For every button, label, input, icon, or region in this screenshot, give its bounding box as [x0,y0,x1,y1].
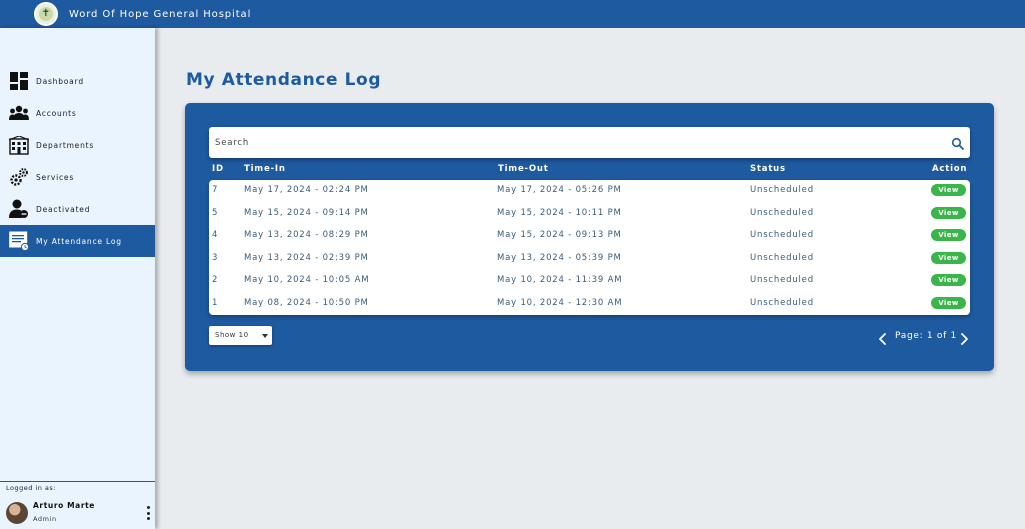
cell-time-in: May 10, 2024 - 10:05 AM [244,275,370,285]
cell-time-out: May 10, 2024 - 12:30 AM [497,297,623,308]
cell-status: Unscheduled [750,252,814,263]
cell-id: 3 [212,252,219,263]
cell-time-in: May 13, 2024 - 02:39 PM [244,252,369,263]
user-name: Arturo Marte [33,501,95,510]
cell-time-in: May 08, 2024 - 10:50 PM [244,297,369,308]
page-title: My Attendance Log [186,70,382,90]
sidebar-item-label: My Attendance Log [36,236,122,246]
column-header-action: Action [932,164,968,174]
column-header-status: Status [750,164,786,174]
cell-time-in: May 15, 2024 - 09:14 PM [244,207,369,218]
column-header-time-out: Time-Out [498,164,549,174]
logged-in-label: Logged in as: [6,484,56,492]
cell-id: 7 [212,185,219,195]
sidebar-item-dashboard[interactable]: Dashboard [0,65,155,97]
hospital-name: Word Of Hope General Hospital [69,8,252,20]
cell-id: 2 [212,275,219,285]
users-icon [9,103,29,123]
cell-time-out: May 17, 2024 - 05:26 PM [497,185,622,195]
column-header-time-in: Time-In [244,164,286,174]
sidebar-item-label: Departments [36,140,95,150]
sidebar-item-services[interactable]: Services [0,161,155,193]
view-button[interactable]: View [931,229,966,241]
table-row: 4 May 13, 2024 - 08:29 PM May 15, 2024 -… [209,225,970,248]
avatar [6,502,28,524]
page-size-label: Show 10 [215,331,249,339]
building-icon [9,135,29,155]
attendance-panel: ID Time-In Time-Out Status Action 7 May … [185,103,994,371]
sidebar-divider [0,481,155,482]
sidebar-item-accounts[interactable]: Accounts [0,97,155,129]
cell-time-out: May 10, 2024 - 11:39 AM [497,275,623,285]
cell-status: Unscheduled [750,275,814,285]
kebab-menu-icon[interactable] [145,506,151,520]
cell-time-out: May 15, 2024 - 10:11 PM [497,207,622,218]
sidebar-item-label: Deactivated [36,204,91,214]
sidebar: Dashboard Accounts Departments Services … [0,28,155,529]
table-row: 3 May 13, 2024 - 02:39 PM May 13, 2024 -… [209,248,970,271]
pagination-text: Page: 1 of 1 [895,331,957,341]
view-button[interactable]: View [931,206,966,219]
user-role: Admin [33,515,57,523]
cell-status: Unscheduled [750,297,814,308]
table-row: 7 May 17, 2024 - 02:24 PM May 17, 2024 -… [209,180,970,203]
hospital-logo-icon: ✝ [34,2,58,26]
cell-status: Unscheduled [750,230,814,240]
sidebar-item-label: Dashboard [36,76,84,86]
cell-time-in: May 17, 2024 - 02:24 PM [244,185,369,195]
view-button[interactable]: View [931,184,966,196]
sidebar-item-label: Accounts [36,108,77,118]
chevron-left-icon[interactable] [878,330,888,345]
search-icon[interactable] [951,136,965,150]
sidebar-item-departments[interactable]: Departments [0,129,155,161]
column-header-id: ID [212,164,224,174]
sidebar-item-deactivated[interactable]: Deactivated [0,193,155,225]
cell-time-in: May 13, 2024 - 08:29 PM [244,230,369,240]
view-button[interactable]: View [931,274,966,286]
dashboard-icon [9,71,29,91]
attendance-log-icon [9,231,29,251]
table-row: 1 May 08, 2024 - 10:50 PM May 10, 2024 -… [209,293,970,316]
view-button[interactable]: View [931,296,966,309]
cell-status: Unscheduled [750,207,814,218]
top-bar: ✝ Word Of Hope General Hospital [0,0,1025,28]
search-box [209,127,970,158]
cell-status: Unscheduled [750,185,814,195]
chevron-right-icon[interactable] [959,330,969,345]
cell-time-out: May 13, 2024 - 05:39 PM [497,252,622,263]
cell-id: 1 [212,297,219,308]
sidebar-item-my-attendance-log[interactable]: My Attendance Log [0,225,155,257]
page-size-select[interactable]: Show 10 [209,326,272,345]
cell-time-out: May 15, 2024 - 09:13 PM [497,230,622,240]
sidebar-item-label: Services [36,172,75,182]
attendance-table: 7 May 17, 2024 - 02:24 PM May 17, 2024 -… [209,180,970,315]
cell-id: 4 [212,230,219,240]
view-button[interactable]: View [931,251,966,264]
cell-id: 5 [212,207,219,218]
caret-down-icon [262,334,268,338]
table-row: 2 May 10, 2024 - 10:05 AM May 10, 2024 -… [209,270,970,293]
user-deactivated-icon [9,199,29,219]
gears-icon [9,167,29,187]
search-input[interactable] [209,127,939,158]
table-row: 5 May 15, 2024 - 09:14 PM May 15, 2024 -… [209,203,970,226]
